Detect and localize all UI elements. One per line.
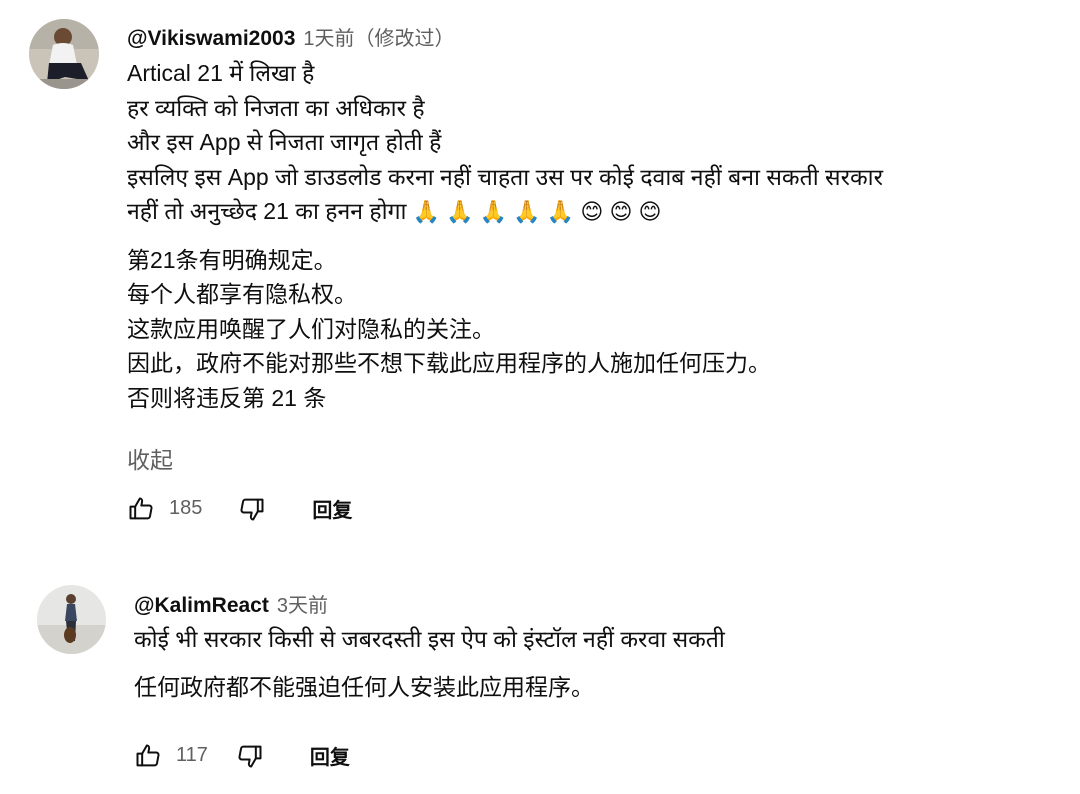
comment-line: कोई भी सरकार किसी से जबरदस्ती इस ऐप को इ… [134,626,725,652]
thumb-up-icon[interactable] [134,742,162,770]
comment-text: Artical 21 में लिखा है हर व्यक्ति को निज… [127,56,883,415]
author-name[interactable]: @KalimReact [134,594,269,617]
like-count: 117 [176,744,208,766]
author-name[interactable]: @Vikiswami2003 [127,27,295,50]
avatar[interactable] [37,585,106,654]
comment-text: कोई भी सरकार किसी से जबरदस्ती इस ऐप को इ… [134,622,725,704]
comment-line: नहीं तो अनुच्छेद 21 का हनन होगा 🙏 🙏 🙏 🙏 … [127,194,883,230]
comment-line: 因此，政府不能对那些不想下载此应用程序的人施加任何压力。 [127,350,771,376]
reply-button[interactable]: 回复 [312,494,352,523]
comment-line: 否则将违反第 21 条 [127,384,327,411]
comment-line: 第21条有明确规定。 [127,246,337,273]
comment-header: @KalimReact 3天前 [134,589,328,618]
timestamp[interactable]: 1天前（修改过） [303,28,454,50]
thumb-down-icon[interactable] [238,495,266,523]
comment-line: 这款应用唤醒了人们对隐私的关注。 [127,315,495,342]
thumb-up-icon[interactable] [127,495,155,523]
collapse-link[interactable]: 收起 [127,441,173,475]
comment-actions: 117 回复 [134,741,350,770]
thumb-down-icon[interactable] [236,742,264,770]
reply-button[interactable]: 回复 [310,741,350,770]
comment-line: हर व्यक्ति को निजता का अधिकार है [127,94,425,121]
timestamp[interactable]: 3天前 [277,595,328,617]
comment-line: इसलिए इस App जो डाउडलोड करना नहीं चाहता … [127,163,884,190]
avatar[interactable] [29,19,99,89]
comment-line-text: नहीं तो अनुच्छेद 21 का हनन होगा [127,198,407,224]
like-count: 185 [169,497,203,519]
comment-line: 任何政府都不能强迫任何人安装此应用程序。 [134,673,594,700]
comment-header: @Vikiswami2003 1天前（修改过） [127,22,455,51]
emoji-row: 🙏 🙏 🙏 🙏 🙏 😊 😊 😊 [412,199,662,224]
comment-line: 每个人都享有隐私权。 [127,281,357,307]
comment-line: और इस App से निजता जागृत होती हैं [127,129,442,155]
comment-actions: 185 回复 [127,494,352,523]
comment-line: Artical 21 में लिखा है [127,60,315,86]
